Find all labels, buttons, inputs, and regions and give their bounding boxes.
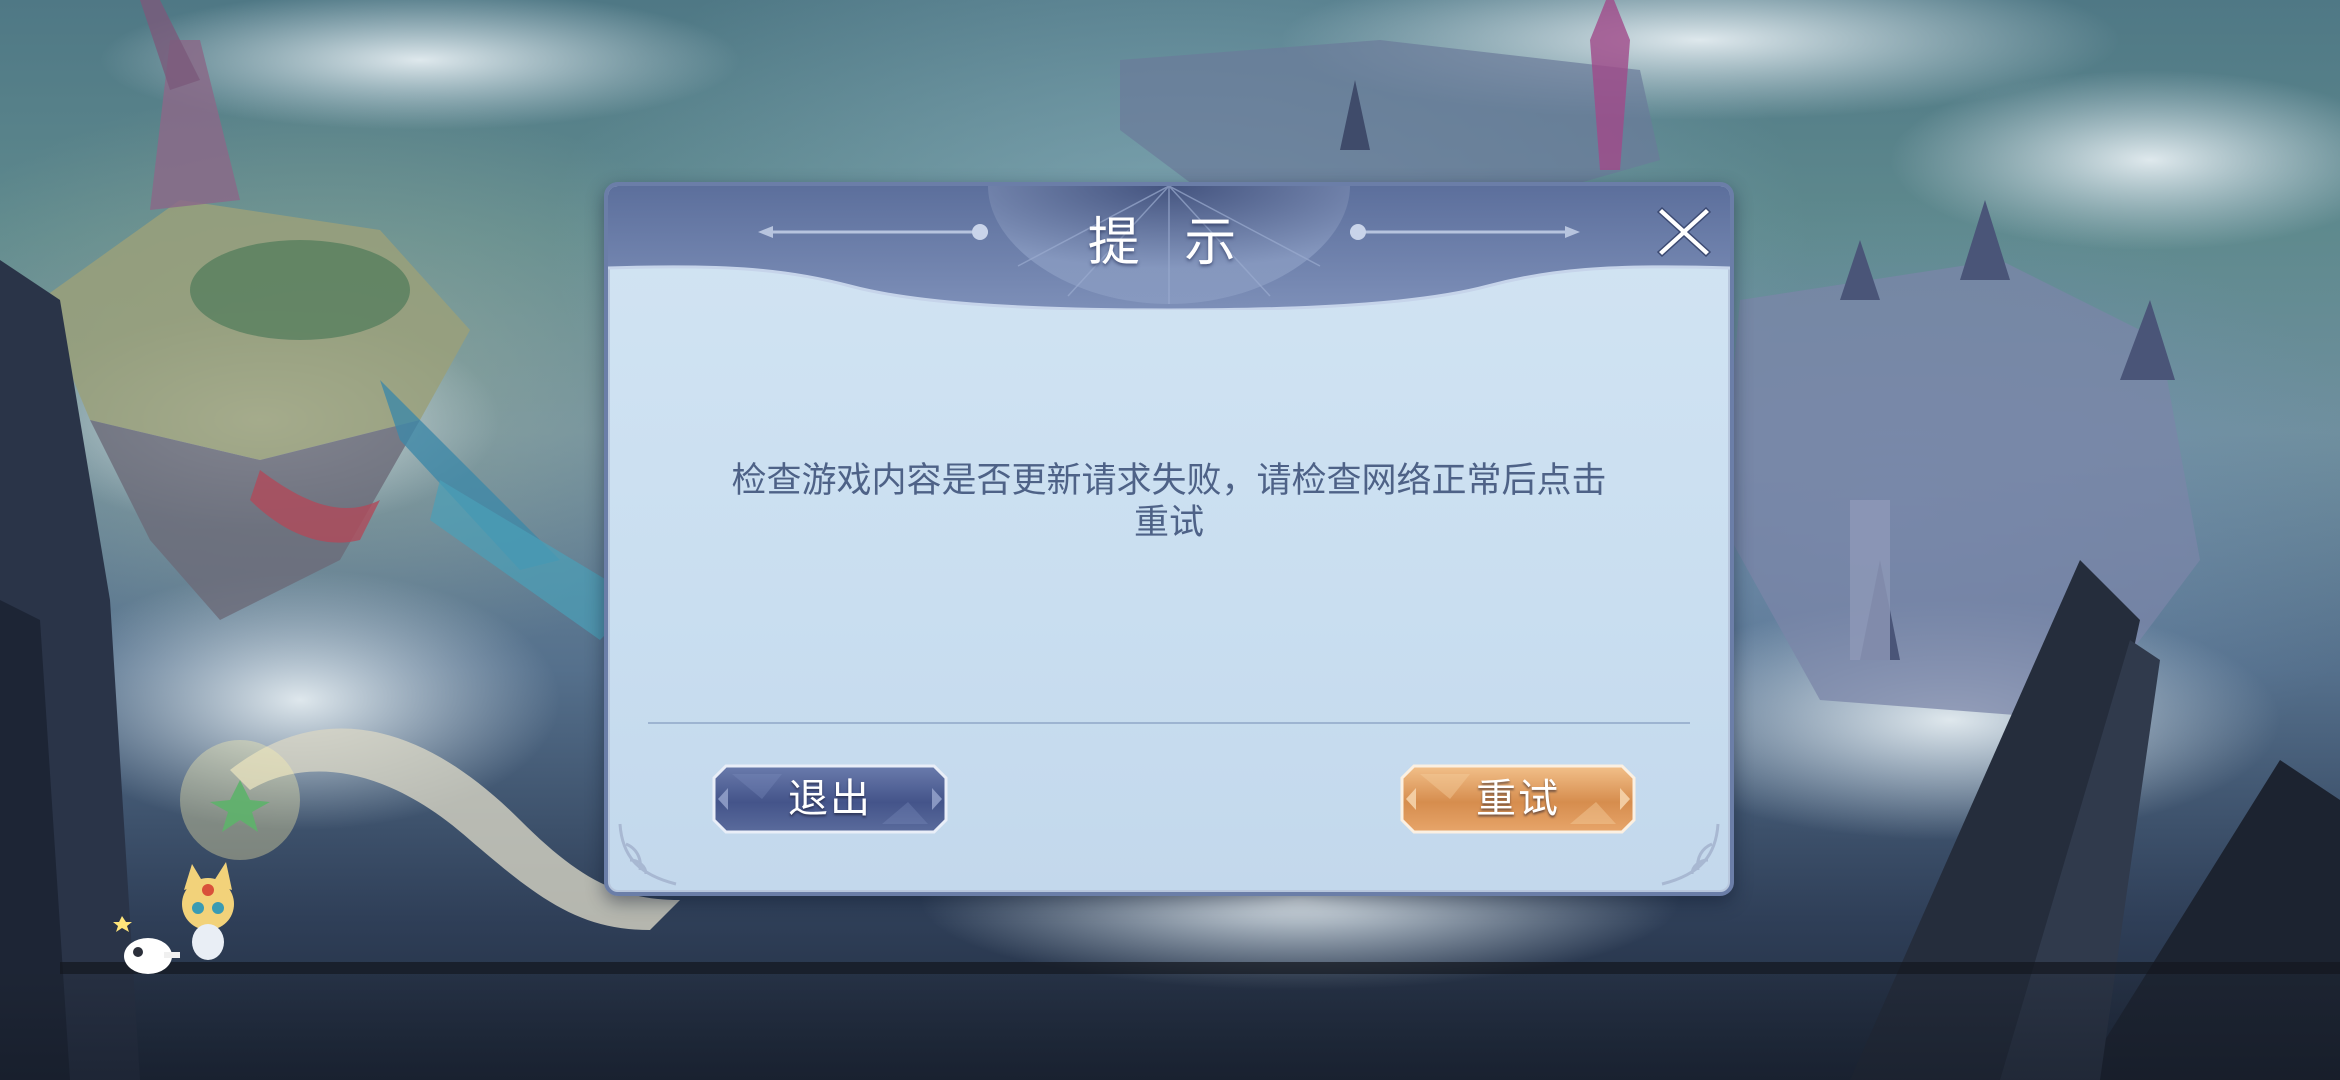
- ornament-corner-left-icon: [618, 823, 677, 886]
- dialog-message-line1: 检查游戏内容是否更新请求失败，请检查网络正常后点击: [731, 461, 1607, 501]
- exit-button[interactable]: 退出: [712, 764, 948, 834]
- close-icon[interactable]: [1654, 202, 1714, 262]
- retry-button[interactable]: 重试: [1400, 764, 1636, 834]
- loading-footer: [0, 974, 2340, 1080]
- ornament-corner-right-icon: [1661, 823, 1720, 886]
- alert-dialog: 提 示 检查游戏内容是否更新请求失败，请检查网络正常后点击 重试 退出 重试: [604, 182, 1734, 896]
- dialog-message: 检查游戏内容是否更新请求失败，请检查网络正常后点击 重试: [668, 460, 1670, 544]
- dialog-message-line2: 重试: [1133, 503, 1204, 543]
- loading-progress-track: [60, 962, 2340, 974]
- mascot-character-icon: [113, 862, 234, 974]
- game-screen: 提 示 检查游戏内容是否更新请求失败，请检查网络正常后点击 重试 退出 重试: [0, 0, 2340, 1080]
- retry-button-label: 重试: [1476, 776, 1560, 822]
- dialog-title: 提 示: [1087, 213, 1251, 273]
- dialog-divider: [648, 722, 1690, 724]
- exit-button-label: 退出: [788, 776, 872, 822]
